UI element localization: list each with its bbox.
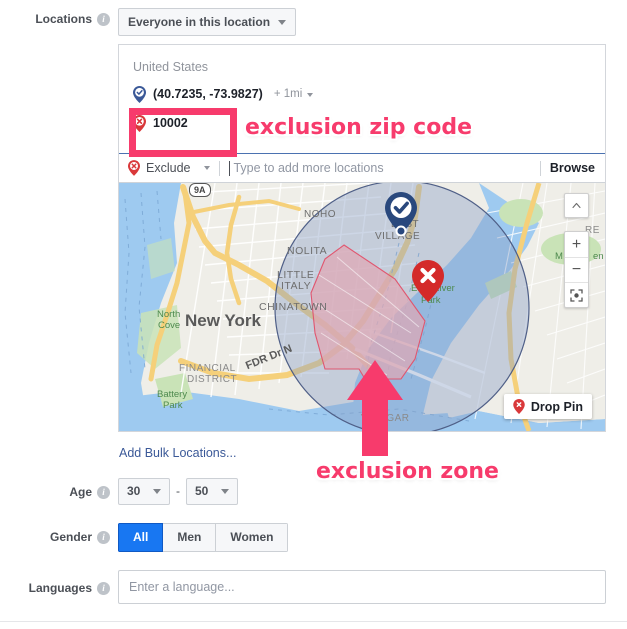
locate-icon (570, 288, 583, 302)
gender-label: Gender (49, 530, 92, 544)
location-item-included[interactable]: (40.7235, -73.9827) + 1mi (133, 86, 591, 103)
browse-button[interactable]: Browse (550, 161, 595, 175)
exclude-include-dropdown[interactable]: Exclude (128, 160, 211, 176)
gender-label-wrap: Gender i (0, 530, 110, 544)
check-pin-icon (133, 86, 146, 103)
gender-option-all[interactable]: All (118, 523, 164, 552)
map-label-cove: Cove (158, 320, 181, 331)
map-label-en: en (593, 251, 604, 262)
location-radius-dropdown[interactable]: + 1mi (273, 86, 314, 103)
map-label-fdr-dr: FDR Dr N (244, 342, 294, 373)
map-exclude-marker[interactable] (412, 260, 444, 307)
age-label-wrap: Age i (0, 485, 110, 499)
exclude-pin-icon (133, 115, 146, 132)
map-zoom-controls: + − (564, 231, 589, 308)
locations-mode-label: Everyone in this location (128, 15, 271, 29)
map-label-noho: NOHO (304, 209, 336, 220)
map-label-italy: ITALY (281, 280, 312, 292)
location-coordinates: (40.7235, -73.9827) (153, 87, 263, 101)
chevron-down-icon (278, 19, 287, 25)
excluded-zip-code: 10002 (153, 116, 188, 130)
gender-info-icon[interactable]: i (97, 530, 110, 544)
map-zoom-out-button[interactable]: − (565, 257, 588, 282)
chevron-down-icon (307, 92, 314, 97)
location-radius-label: + 1mi (273, 88, 303, 100)
age-max-value: 50 (195, 484, 209, 498)
languages-label-wrap: Languages i (0, 581, 110, 595)
chevron-down-icon (153, 489, 161, 494)
map-label-park-battery: Park (163, 400, 183, 411)
gender-option-women[interactable]: Women (216, 523, 289, 552)
location-item-excluded[interactable]: 10002 (133, 115, 591, 132)
age-label: Age (69, 485, 92, 499)
chevron-down-icon (204, 166, 211, 170)
section-divider (0, 621, 627, 622)
locations-info-icon[interactable]: i (97, 12, 110, 26)
exclude-pin-icon (128, 160, 140, 176)
map-label-nolita: NOLITA (287, 245, 328, 257)
map-label-chinatown: CHINATOWN (259, 301, 328, 313)
exclusion-zone-annotation: exclusion zone (316, 459, 499, 484)
divider (539, 160, 541, 176)
locations-label: Locations (35, 12, 92, 26)
location-country: United States (133, 60, 209, 74)
locations-mode-dropdown[interactable]: Everyone in this location (118, 8, 297, 36)
map-zoom-in-button[interactable]: + (565, 232, 588, 257)
location-search-bar: Exclude Browse (119, 153, 605, 183)
map-label-new-york: New York (185, 311, 261, 330)
exclude-dropdown-label: Exclude (146, 161, 191, 175)
map-label-battery: Battery (157, 389, 188, 400)
gender-option-men[interactable]: Men (163, 523, 217, 552)
map-locate-button[interactable] (565, 282, 588, 307)
age-range-controls: 30 - 50 (118, 478, 238, 505)
languages-label: Languages (28, 581, 92, 595)
ad-targeting-form: Locations i Everyone in this location Un… (0, 0, 627, 629)
map-compass-button[interactable] (564, 193, 589, 218)
age-min-dropdown[interactable]: 30 (118, 478, 170, 505)
languages-info-icon[interactable]: i (97, 581, 110, 595)
map-label-north: North (157, 309, 181, 320)
age-min-value: 30 (127, 484, 141, 498)
divider (219, 160, 221, 176)
locations-label-wrap: Locations i (0, 12, 110, 26)
map-label-district: DISTRICT (187, 374, 238, 385)
selected-locations-list: United States (40.7235, -73.9827) + 1mi (119, 45, 605, 153)
age-max-dropdown[interactable]: 50 (186, 478, 238, 505)
map-include-marker[interactable] (384, 191, 418, 242)
map-label-m: M (555, 251, 563, 262)
drop-pin-label: Drop Pin (530, 399, 583, 414)
text-cursor (229, 160, 231, 176)
map-label-financial: FINANCIAL (179, 363, 236, 374)
add-bulk-locations-link[interactable]: Add Bulk Locations... (119, 445, 236, 461)
age-info-icon[interactable]: i (97, 485, 110, 499)
age-range-separator: - (176, 484, 180, 498)
map-label-shield: 9A (189, 183, 211, 197)
gender-selector: All Men Women (118, 523, 289, 552)
drop-pin-button[interactable]: Drop Pin (503, 394, 592, 419)
chevron-down-icon (221, 489, 229, 494)
compass-up-icon (572, 202, 581, 209)
location-search-input[interactable] (233, 159, 531, 177)
up-arrow-annotation-icon (347, 360, 403, 456)
exclude-pin-icon (513, 399, 525, 414)
languages-input[interactable] (118, 570, 606, 604)
